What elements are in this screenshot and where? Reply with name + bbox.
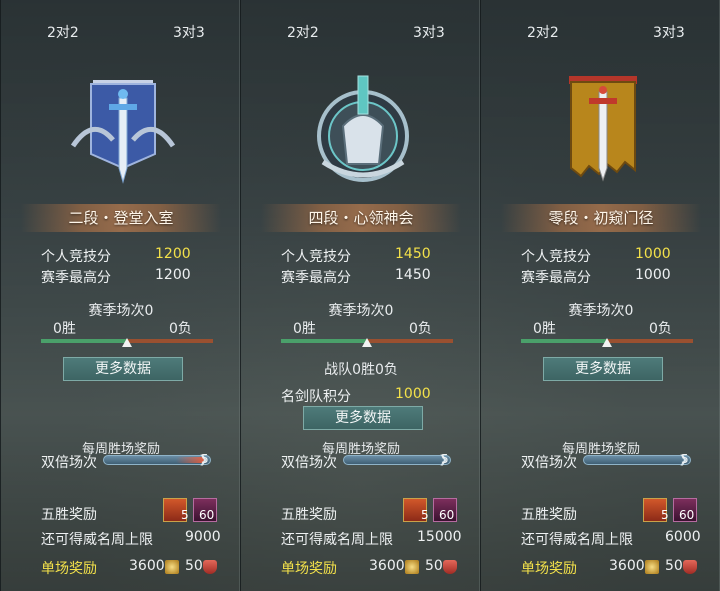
personal-score-value: 1000 — [635, 246, 671, 262]
single-coin-value: 3600 — [369, 558, 405, 574]
team-score-value: 1000 — [395, 386, 431, 402]
double-matches-count: 5 — [681, 452, 689, 466]
tab-2v2[interactable]: 2对2 — [287, 22, 319, 42]
win-loss-marker — [602, 338, 612, 347]
personal-score-label: 个人竞技分 — [521, 249, 591, 265]
weekly-cap-label: 还可得威名周上限 — [521, 532, 633, 548]
rank-panel-gold: 2对2 3对3 零段・初窥门径 个人竞技分 1000 赛季最高分 1000 赛季… — [480, 0, 720, 591]
season-matches: 赛季场次0 — [88, 303, 154, 319]
season-high-label: 赛季最高分 — [521, 270, 591, 286]
win-loss-marker — [362, 338, 372, 347]
more-data-button[interactable]: 更多数据 — [303, 406, 423, 430]
rank-title: 二段・登堂入室 — [21, 204, 221, 232]
double-matches-slider[interactable]: ❯ — [583, 453, 691, 466]
double-matches-label: 双倍场次 — [521, 455, 577, 471]
rank-panel-silver: 2对2 3对3 四段・心领神会 个人竞技分 1450 赛季最高分 1450 赛季… — [240, 0, 480, 591]
season-high-label: 赛季最高分 — [281, 270, 351, 286]
weekly-cap-label: 还可得威名周上限 — [41, 532, 153, 548]
rank-panel-blue: 2对2 3对3 二段・登堂入室 个人竞技分 1200 赛季最高分 1200 赛季… — [0, 0, 240, 591]
wins-count: 0胜 — [53, 321, 76, 337]
win-portion — [521, 339, 607, 343]
double-matches-slider[interactable]: ❯ — [103, 453, 211, 466]
five-win-label: 五胜奖励 — [521, 507, 577, 523]
shield-icon — [683, 560, 697, 574]
wins-count: 0胜 — [533, 321, 556, 337]
season-high-value: 1200 — [155, 267, 191, 283]
losses-count: 0负 — [169, 321, 192, 337]
tab-2v2[interactable]: 2对2 — [47, 22, 79, 42]
season-high-value: 1450 — [395, 267, 431, 283]
shield-icon — [203, 560, 217, 574]
season-high-label: 赛季最高分 — [41, 270, 111, 286]
gold-banner-sword-emblem-icon — [569, 76, 637, 182]
single-shield-value: 50 — [665, 558, 683, 574]
rank-title: 零段・初窥门径 — [501, 204, 701, 232]
coin-icon — [165, 560, 179, 574]
rank-title: 四段・心领神会 — [261, 204, 461, 232]
blue-banner-sword-emblem-icon — [70, 80, 176, 184]
weekly-cap-value: 6000 — [665, 529, 701, 545]
season-matches: 赛季场次0 — [328, 303, 394, 319]
wins-count: 0胜 — [293, 321, 316, 337]
gem-count: 60 — [679, 508, 695, 522]
ornate-silver-helm-emblem-icon — [317, 75, 409, 182]
single-reward-label: 单场奖励 — [521, 561, 577, 577]
single-reward-label: 单场奖励 — [281, 561, 337, 577]
double-matches-slider[interactable]: ❯ — [343, 453, 451, 466]
gem-count: 60 — [439, 508, 455, 522]
weekly-cap-label: 还可得威名周上限 — [281, 532, 393, 548]
weekly-cap-value: 15000 — [417, 529, 462, 545]
team-record: 战队0胜0负 — [324, 362, 398, 378]
coin-icon — [405, 560, 419, 574]
single-reward-label: 单场奖励 — [41, 561, 97, 577]
single-coin-value: 3600 — [609, 558, 645, 574]
coin-icon — [645, 560, 659, 574]
more-data-button[interactable]: 更多数据 — [543, 357, 663, 381]
season-matches: 赛季场次0 — [568, 303, 634, 319]
weekly-cap-value: 9000 — [185, 529, 221, 545]
personal-score-value: 1200 — [155, 246, 191, 262]
losses-count: 0负 — [409, 321, 432, 337]
double-matches-count: 5 — [201, 452, 209, 466]
personal-score-value: 1450 — [395, 246, 431, 262]
personal-score-label: 个人竞技分 — [281, 249, 351, 265]
win-portion — [41, 339, 127, 343]
win-loss-marker — [122, 338, 132, 347]
team-score-label: 名剑队积分 — [281, 389, 351, 405]
win-portion — [281, 339, 367, 343]
double-matches-label: 双倍场次 — [281, 455, 337, 471]
single-coin-value: 3600 — [129, 558, 165, 574]
five-win-label: 五胜奖励 — [281, 507, 337, 523]
single-shield-value: 50 — [185, 558, 203, 574]
shield-icon — [443, 560, 457, 574]
chest-count: 5 — [661, 508, 669, 522]
tab-3v3[interactable]: 3对3 — [413, 22, 445, 42]
tab-3v3[interactable]: 3对3 — [653, 22, 685, 42]
double-matches-count: 5 — [441, 452, 449, 466]
more-data-button[interactable]: 更多数据 — [63, 357, 183, 381]
losses-count: 0负 — [649, 321, 672, 337]
chest-count: 5 — [421, 508, 429, 522]
five-win-label: 五胜奖励 — [41, 507, 97, 523]
tab-3v3[interactable]: 3对3 — [173, 22, 205, 42]
double-matches-label: 双倍场次 — [41, 455, 97, 471]
season-high-value: 1000 — [635, 267, 671, 283]
tab-2v2[interactable]: 2对2 — [527, 22, 559, 42]
gem-count: 60 — [199, 508, 215, 522]
single-shield-value: 50 — [425, 558, 443, 574]
personal-score-label: 个人竞技分 — [41, 249, 111, 265]
chest-count: 5 — [181, 508, 189, 522]
